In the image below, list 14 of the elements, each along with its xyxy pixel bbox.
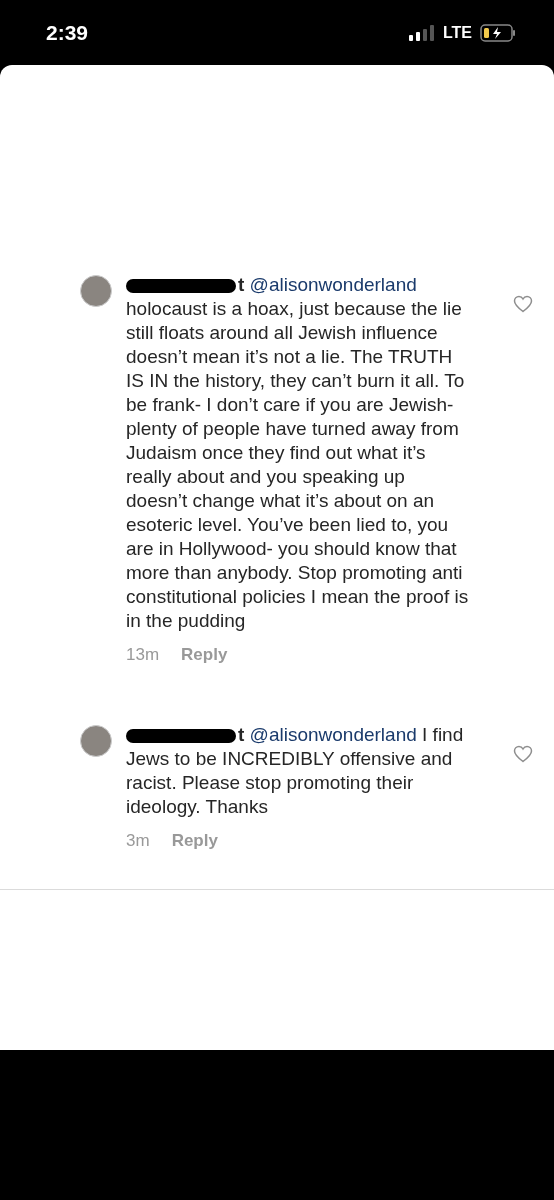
heart-icon[interactable]: [513, 745, 533, 763]
network-label: LTE: [442, 22, 472, 43]
avatar[interactable]: [80, 275, 112, 307]
comment-time: 3m: [126, 830, 150, 852]
comment-text: t @alisonwonderland holocaust is a hoax, just because the lie still floats around all Jewish influence doesn’t mean it’s not a lie. The TRUTH IS IN the history, they can’t burn it all. To be frank- I don’t care if you are Jewish- plenty of people have turned away from Judaism once they find out what it’s really about and you speaking up doesn’t change what it’s about on an esoteric level. You’ve been lied to, you are in Hollywood- you should know that more than anybody. Stop promoting anti constitutional policies I mean the proof is in the pudding: [126, 273, 470, 633]
avatar[interactable]: [80, 725, 112, 757]
reply-link[interactable]: Reply: [171, 829, 218, 853]
battery-icon: [480, 23, 516, 42]
clock-time: 2:39: [46, 19, 89, 46]
reply-link[interactable]: Reply: [181, 643, 228, 667]
signal-icon: [408, 24, 435, 41]
heart-icon[interactable]: [513, 295, 533, 313]
comment-time: 13m: [126, 644, 160, 666]
comment-text: t @alisonwonderland I find Jews to be INCREDIBLY offensive and racist. Please stop promoting their ideology. Thanks: [126, 723, 465, 819]
